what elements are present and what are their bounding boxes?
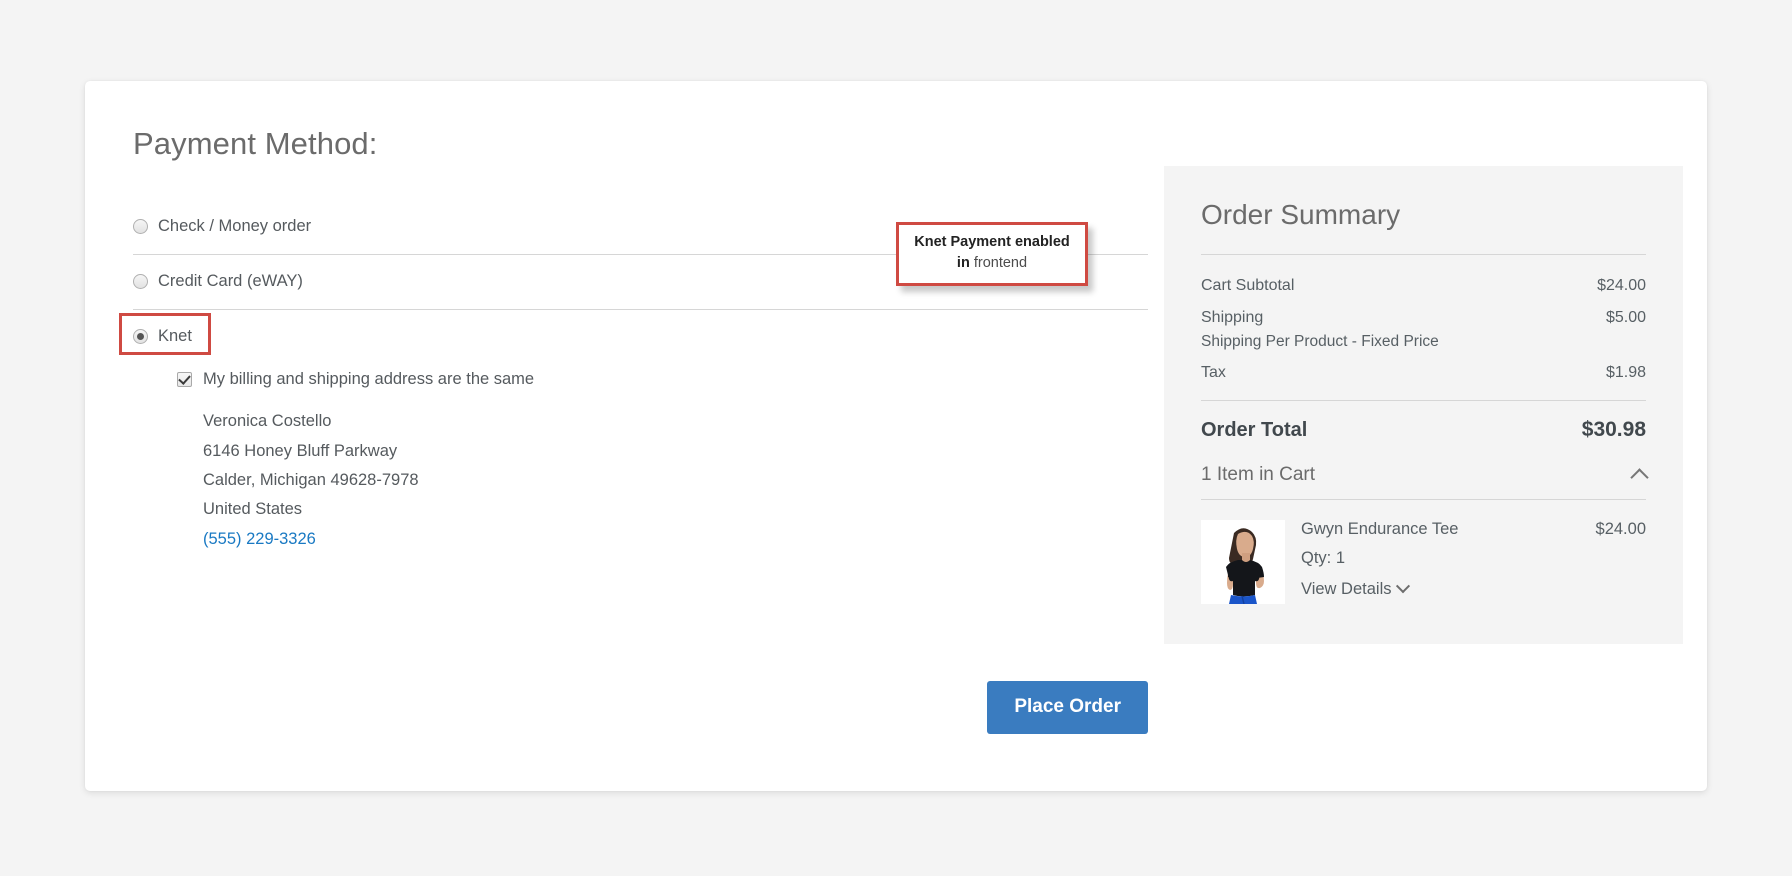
billing-same-address-label: My billing and shipping address are the … <box>203 370 535 389</box>
place-order-button[interactable]: Place Order <box>987 681 1148 734</box>
payment-method-label: Credit Card (eWAY) <box>158 271 303 290</box>
total-value: $5.00 <box>1605 308 1646 326</box>
cart-items-toggle[interactable]: 1 Item in Cart <box>1201 463 1649 499</box>
payment-method-knet-head[interactable]: Knet <box>133 324 1148 348</box>
cart-item-list: Gwyn Endurance Tee $24.00 Qty: 1 View De… <box>1201 498 1646 604</box>
total-label: Tax <box>1201 363 1226 381</box>
cart-item: Gwyn Endurance Tee $24.00 Qty: 1 View De… <box>1201 519 1646 604</box>
radio-icon-credit-card-eway[interactable] <box>133 273 148 289</box>
billing-address-block: My billing and shipping address are the … <box>133 370 1148 554</box>
billing-same-address-row[interactable]: My billing and shipping address are the … <box>177 370 1148 389</box>
total-value: $1.98 <box>1605 363 1646 381</box>
cart-item-header: Gwyn Endurance Tee $24.00 <box>1301 520 1646 539</box>
annotation-callout-line-2-rest: frontend <box>969 255 1028 272</box>
view-details-label: View Details <box>1301 579 1392 598</box>
shipping-method-note: Shipping Per Product - Fixed Price <box>1201 332 1439 350</box>
payment-method-label: Knet <box>158 326 192 345</box>
order-total-value: $30.98 <box>1581 417 1646 441</box>
address-line-street: 6146 Honey Bluff Parkway <box>203 441 398 460</box>
order-total-row: Order Total $30.98 <box>1201 399 1646 452</box>
order-summary-title: Order Summary <box>1201 199 1401 230</box>
radio-icon-check-money-order[interactable] <box>133 218 148 234</box>
annotation-callout-line-1: Knet Payment enabled <box>914 234 1070 250</box>
checkout-page: Payment Method: Check / Money order Cred… <box>0 0 1792 876</box>
total-value: $24.00 <box>1597 276 1646 294</box>
billing-address-lines: Veronica Costello 6146 Honey Bluff Parkw… <box>177 407 1148 554</box>
page-title: Payment Method: <box>133 126 378 161</box>
payment-method-label: Check / Money order <box>158 216 312 235</box>
cart-items-block: 1 Item in Cart Gwyn Endurance Tee $24.00… <box>1201 463 1649 604</box>
chevron-down-icon[interactable] <box>1396 579 1411 594</box>
checkout-actions: Place Order <box>133 681 1148 734</box>
order-summary-panel: Order Summary Cart Subtotal $24.00 Shipp… <box>1164 166 1683 644</box>
cart-item-price: $24.00 <box>1595 519 1646 538</box>
radio-icon-knet[interactable] <box>133 328 148 344</box>
cart-items-count-label: 1 Item in Cart <box>1201 463 1316 485</box>
view-details-toggle[interactable]: View Details <box>1301 579 1411 599</box>
cart-item-name: Gwyn Endurance Tee <box>1301 519 1459 538</box>
total-label: Shipping <box>1201 308 1264 326</box>
payment-method-knet[interactable]: Knet My billing and shipping address are… <box>119 309 1148 570</box>
order-total-label: Order Total <box>1201 418 1308 441</box>
total-row-cart-subtotal: Cart Subtotal $24.00 <box>1201 270 1646 302</box>
checkbox-icon-same-address[interactable] <box>177 372 192 388</box>
annotation-callout-line-2: in frontend <box>905 253 1079 274</box>
product-thumbnail <box>1201 519 1285 604</box>
payment-method-section: Payment Method: Check / Money order Cred… <box>119 125 1148 570</box>
address-line-city-state-zip: Calder, Michigan 49628-7978 <box>203 470 419 489</box>
cart-item-qty: Qty: 1 <box>1301 548 1346 567</box>
address-line-phone[interactable]: (555) 229-3326 <box>203 525 1148 554</box>
address-line-name: Veronica Costello <box>203 412 332 431</box>
checkout-card: Payment Method: Check / Money order Cred… <box>85 81 1707 791</box>
annotation-callout-line-2-bold: in <box>956 255 970 272</box>
total-row-tax: Tax $1.98 <box>1201 357 1646 389</box>
cart-item-details: Gwyn Endurance Tee $24.00 Qty: 1 View De… <box>1301 520 1646 604</box>
chevron-up-icon[interactable] <box>1630 468 1649 487</box>
order-totals: Cart Subtotal $24.00 Shipping $5.00 Ship… <box>1201 253 1646 452</box>
total-label: Cart Subtotal <box>1201 276 1295 294</box>
address-line-country: United States <box>203 500 303 519</box>
annotation-callout: Knet Payment enabled in frontend <box>896 222 1088 287</box>
